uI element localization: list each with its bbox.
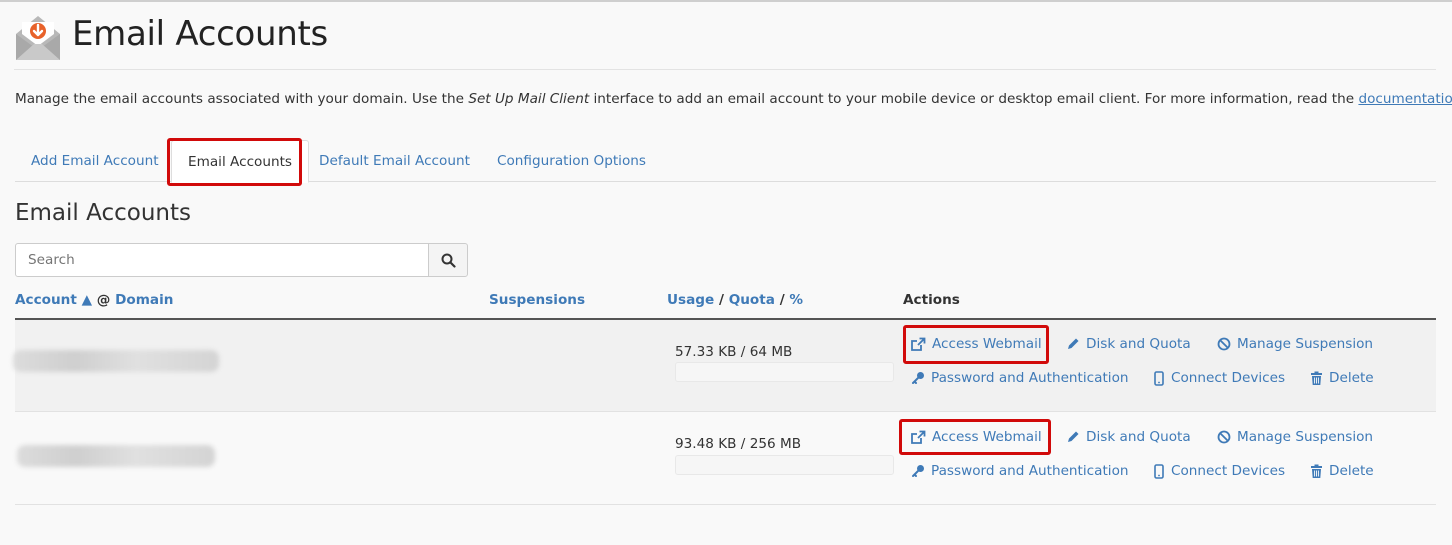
connect-devices-link[interactable]: Connect Devices	[1153, 463, 1285, 479]
intro-part1: Manage the email accounts associated wit…	[15, 91, 469, 107]
sort-account-link[interactable]: Account ▲	[15, 292, 92, 308]
delete-label: Delete	[1329, 463, 1374, 479]
usage-quota-text: 57.33 KB / 64 MB	[675, 344, 793, 360]
access-webmail-link[interactable]: Access Webmail	[910, 336, 1042, 352]
account-email-redacted	[17, 445, 215, 467]
ban-icon	[1217, 430, 1231, 444]
delete-link[interactable]: Delete	[1310, 370, 1374, 386]
tab-bar: Add Email Account Email Accounts Default…	[15, 140, 1436, 183]
search-input[interactable]	[15, 243, 429, 277]
disk-quota-label: Disk and Quota	[1086, 336, 1191, 352]
sort-percent-link[interactable]: %	[789, 292, 803, 308]
trash-icon	[1311, 371, 1322, 385]
connect-devices-label: Connect Devices	[1171, 463, 1286, 479]
external-link-icon	[911, 337, 926, 351]
tab-configuration-options[interactable]: Configuration Options	[481, 140, 662, 182]
page-header: Email Accounts	[14, 10, 1436, 70]
column-at-label: @	[96, 292, 111, 308]
password-auth-label: Password and Authentication	[931, 370, 1129, 386]
connect-devices-label: Connect Devices	[1171, 370, 1286, 386]
column-separator: /	[719, 292, 724, 308]
page-title: Email Accounts	[72, 14, 328, 54]
search-group	[15, 243, 468, 277]
search-icon	[441, 253, 456, 268]
pencil-icon	[1068, 338, 1079, 349]
access-webmail-label: Access Webmail	[932, 336, 1042, 352]
disk-quota-link[interactable]: Disk and Quota	[1066, 429, 1191, 445]
key-icon	[912, 465, 924, 477]
column-header-suspensions: Suspensions	[489, 292, 585, 308]
access-webmail-link[interactable]: Access Webmail	[910, 429, 1042, 445]
tab-default-email-account[interactable]: Default Email Account	[303, 140, 486, 182]
sort-suspensions-link[interactable]: Suspensions	[489, 292, 585, 308]
sort-usage-link[interactable]: Usage	[667, 292, 714, 308]
mobile-phone-icon	[1154, 370, 1164, 386]
tab-add-email-account[interactable]: Add Email Account	[15, 140, 175, 182]
intro-text: Manage the email accounts associated wit…	[15, 91, 1452, 107]
manage-suspension-link[interactable]: Manage Suspension	[1217, 429, 1373, 445]
sort-domain-link[interactable]: Domain	[115, 292, 173, 308]
column-header-usage: Usage / Quota / %	[667, 292, 803, 308]
delete-link[interactable]: Delete	[1310, 463, 1374, 479]
tab-email-accounts[interactable]: Email Accounts	[171, 140, 310, 183]
table-row: 57.33 KB / 64 MB Access Webmail Disk and…	[13, 320, 1436, 412]
access-webmail-label: Access Webmail	[932, 429, 1042, 445]
pencil-icon	[1068, 431, 1079, 442]
account-email-redacted	[13, 350, 219, 372]
external-link-icon	[911, 430, 926, 444]
connect-devices-link[interactable]: Connect Devices	[1153, 370, 1285, 386]
envelope-download-icon	[16, 16, 60, 60]
intro-part2: interface to add an email account to you…	[589, 91, 1359, 107]
usage-progress-bar	[675, 362, 894, 382]
section-title: Email Accounts	[15, 200, 191, 226]
trash-icon	[1311, 464, 1322, 478]
manage-suspension-link[interactable]: Manage Suspension	[1217, 336, 1373, 352]
password-auth-label: Password and Authentication	[931, 463, 1129, 479]
ban-icon	[1217, 337, 1231, 351]
column-account-label: Account	[15, 292, 77, 308]
password-auth-link[interactable]: Password and Authentication	[911, 370, 1129, 386]
disk-quota-label: Disk and Quota	[1086, 429, 1191, 445]
disk-quota-link[interactable]: Disk and Quota	[1066, 336, 1191, 352]
documentation-link[interactable]: documentation	[1358, 91, 1452, 107]
sort-ascending-icon: ▲	[81, 292, 93, 308]
manage-suspension-label: Manage Suspension	[1237, 336, 1374, 352]
column-header-actions: Actions	[903, 292, 960, 308]
intro-emphasis: Set Up Mail Client	[468, 91, 590, 107]
password-auth-link[interactable]: Password and Authentication	[911, 463, 1129, 479]
usage-quota-text: 93.48 KB / 256 MB	[675, 436, 802, 452]
column-actions-label: Actions	[903, 292, 960, 308]
usage-progress-bar	[675, 455, 894, 475]
search-button[interactable]	[428, 243, 468, 277]
sort-quota-link[interactable]: Quota	[729, 292, 775, 308]
column-header-account: Account ▲ @ Domain	[15, 292, 173, 308]
column-separator: /	[779, 292, 785, 308]
table-row: 93.48 KB / 256 MB Access Webmail Disk an…	[15, 413, 1436, 505]
key-icon	[912, 372, 924, 384]
manage-suspension-label: Manage Suspension	[1237, 429, 1374, 445]
delete-label: Delete	[1329, 370, 1374, 386]
mobile-phone-icon	[1154, 463, 1164, 479]
